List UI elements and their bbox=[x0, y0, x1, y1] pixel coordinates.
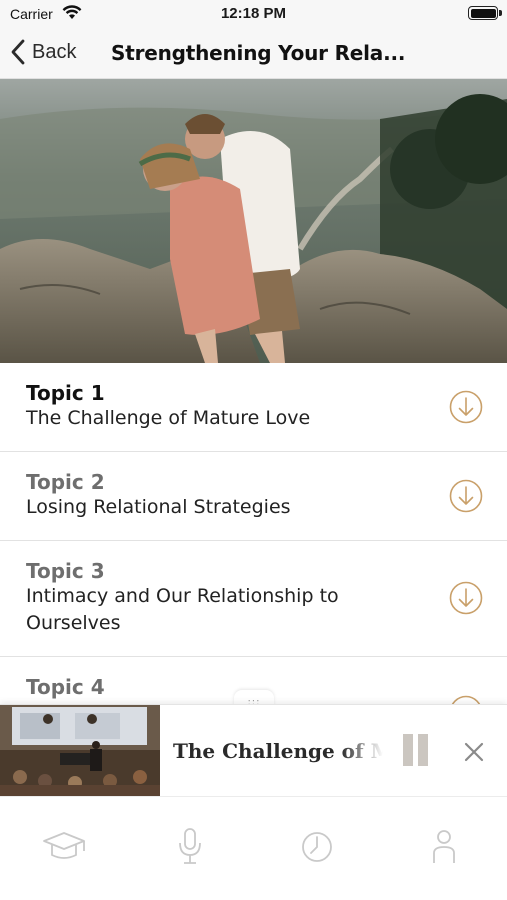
topic-title-line-1: Intimacy and Our Relationship to bbox=[26, 585, 339, 607]
download-icon[interactable] bbox=[449, 390, 483, 424]
topic-title: The Challenge of Mature Love bbox=[26, 407, 311, 429]
topic-row-2[interactable]: Topic 2 Losing Relational Strategies bbox=[0, 452, 507, 541]
topic-row-1[interactable]: Topic 1 The Challenge of Mature Love bbox=[0, 363, 507, 452]
battery-icon bbox=[468, 6, 498, 20]
download-icon[interactable] bbox=[449, 479, 483, 513]
clock-icon[interactable] bbox=[293, 823, 341, 871]
close-player-button[interactable] bbox=[462, 740, 486, 764]
back-button[interactable]: Back bbox=[10, 39, 76, 65]
topic-row-3[interactable]: Topic 3 Intimacy and Our Relationship to… bbox=[0, 541, 507, 657]
navigation-bar: Back Strengthening Your Rela... bbox=[0, 28, 507, 79]
mini-player[interactable]: The Challenge of Mature Love bbox=[0, 704, 507, 797]
status-time: 12:18 PM bbox=[220, 5, 287, 22]
topic-number: Topic 3 bbox=[26, 559, 105, 583]
microphone-icon[interactable] bbox=[166, 823, 214, 871]
topic-number: Topic 1 bbox=[26, 381, 105, 405]
video-thumbnail bbox=[0, 705, 160, 797]
now-playing-title: The Challenge of Mature Love bbox=[173, 739, 383, 763]
topic-number: Topic 4 bbox=[26, 675, 105, 699]
download-icon[interactable] bbox=[449, 581, 483, 615]
tab-bar bbox=[0, 796, 507, 900]
topic-title-line-2: Ourselves bbox=[26, 612, 121, 634]
graduation-cap-icon[interactable] bbox=[40, 823, 88, 871]
topic-number: Topic 2 bbox=[26, 470, 105, 494]
chevron-left-icon bbox=[11, 39, 25, 65]
pause-button[interactable] bbox=[403, 734, 429, 766]
course-hero-image bbox=[0, 79, 507, 363]
person-icon[interactable] bbox=[420, 823, 468, 871]
status-bar: Carrier 12:18 PM bbox=[0, 0, 507, 28]
topic-list: Topic 1 The Challenge of Mature Love Top… bbox=[0, 363, 507, 729]
back-label: Back bbox=[32, 40, 77, 63]
topic-title: Losing Relational Strategies bbox=[26, 496, 291, 518]
page-title: Strengthening Your Rela... bbox=[111, 41, 406, 65]
